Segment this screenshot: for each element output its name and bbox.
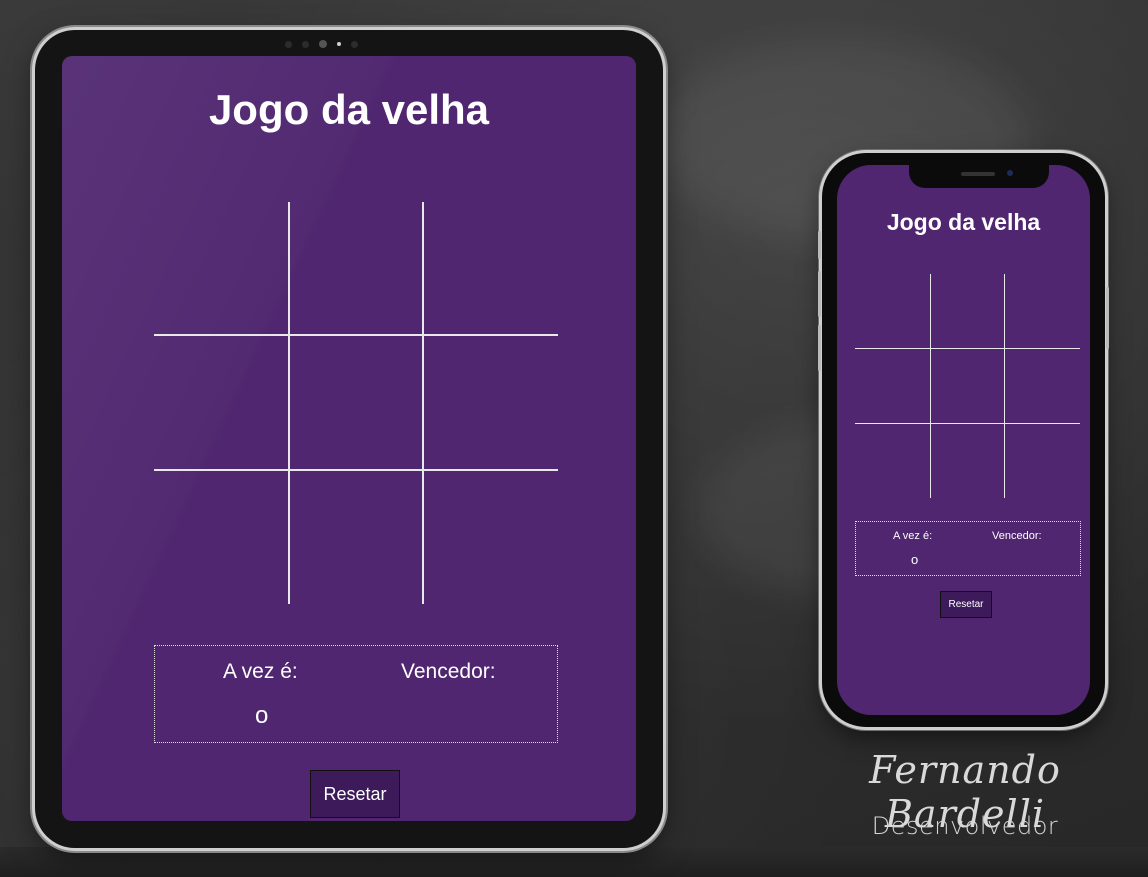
board-cell-2[interactable] (289, 202, 422, 334)
page-title: Jogo da velha (886, 209, 1041, 235)
phone-side-button (1106, 287, 1109, 349)
board-cell-5[interactable] (931, 349, 1004, 423)
status-panel: A vez é: o Vencedor: (855, 521, 1081, 576)
turn-value: o (255, 702, 269, 729)
tablet-camera-bar (285, 38, 385, 50)
speaker-grille (961, 172, 995, 176)
phone-notch (909, 165, 1049, 188)
board-cell-5[interactable] (289, 335, 422, 469)
winner-label: Vencedor: (401, 660, 496, 683)
page-title: Jogo da velha (208, 86, 490, 133)
board-cell-6[interactable] (1005, 349, 1080, 423)
phone-side-button (818, 325, 821, 371)
game-board[interactable] (855, 274, 1080, 498)
board-cell-1[interactable] (855, 274, 930, 348)
author-role: Desenvolvedor (871, 812, 1059, 840)
board-cell-3[interactable] (1005, 274, 1080, 348)
phone-device: Jogo da velha A vez é: o Vencedor: Reset… (818, 153, 1109, 727)
board-cell-9[interactable] (423, 470, 558, 604)
board-cell-6[interactable] (423, 335, 558, 469)
reset-button[interactable]: Resetar (310, 770, 400, 818)
board-cell-7[interactable] (154, 470, 288, 604)
phone-side-button (818, 231, 821, 259)
status-panel: A vez é: o Vencedor: (154, 645, 558, 743)
turn-label: A vez é: (223, 660, 298, 683)
game-board[interactable] (154, 202, 558, 604)
board-cell-4[interactable] (855, 349, 930, 423)
board-cell-2[interactable] (931, 274, 1004, 348)
winner-label: Vencedor: (992, 530, 1042, 542)
chalkboard-ledge (0, 847, 1148, 877)
board-cell-9[interactable] (1005, 424, 1080, 498)
reset-button[interactable]: Resetar (940, 591, 992, 618)
board-cell-3[interactable] (423, 202, 558, 334)
board-cell-8[interactable] (289, 470, 422, 604)
board-cell-4[interactable] (154, 335, 288, 469)
turn-label: A vez é: (893, 530, 933, 542)
board-cell-7[interactable] (855, 424, 930, 498)
turn-value: o (911, 552, 919, 567)
phone-app-screen: Jogo da velha A vez é: o Vencedor: Reset… (837, 165, 1090, 715)
board-cell-1[interactable] (154, 202, 288, 334)
tablet-app-screen: Jogo da velha A vez é: o Vencedor: Reset… (62, 56, 636, 821)
board-cell-8[interactable] (931, 424, 1004, 498)
phone-side-button (818, 271, 821, 317)
tablet-device: Jogo da velha A vez é: o Vencedor: Reset… (35, 30, 663, 848)
front-camera-icon (1007, 170, 1013, 176)
